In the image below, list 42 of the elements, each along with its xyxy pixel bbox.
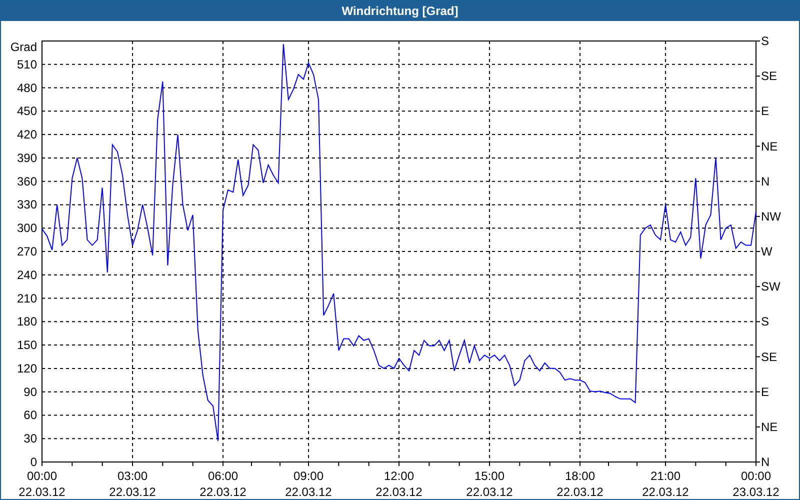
x-tick-label: 00:00 23.03.12 bbox=[732, 469, 780, 499]
y-tick-label: 450 bbox=[16, 104, 37, 118]
window-title: Windrichtung [Grad] bbox=[1, 1, 799, 21]
y-tick-label: 390 bbox=[16, 150, 37, 165]
compass-label: SE bbox=[761, 69, 778, 84]
x-tick-label: 09:00 22.03.12 bbox=[285, 469, 332, 499]
y-tick-label: 270 bbox=[16, 244, 37, 258]
compass-label: NW bbox=[761, 209, 781, 224]
compass-label: SE bbox=[761, 350, 778, 364]
compass-label: S bbox=[761, 34, 770, 48]
compass-label: N bbox=[761, 455, 770, 469]
x-tick-label: 00:00 22.03.12 bbox=[18, 469, 66, 499]
y-tick-label: 0 bbox=[30, 455, 37, 469]
compass-label: NE bbox=[761, 420, 778, 434]
compass-label: W bbox=[761, 244, 772, 258]
x-tick-label: 06:00 22.03.12 bbox=[200, 469, 246, 499]
y-tick-label: 510 bbox=[16, 57, 37, 72]
y-tick-label: 240 bbox=[16, 268, 37, 282]
x-tick-label: 15:00 22.03.12 bbox=[466, 469, 513, 499]
y-tick-label: 330 bbox=[16, 198, 37, 212]
compass-label: E bbox=[761, 104, 770, 118]
y-tick-label: 480 bbox=[16, 80, 37, 95]
y-axis-title: Grad bbox=[10, 40, 37, 54]
y-tick-label: 210 bbox=[16, 291, 37, 306]
compass-label: S bbox=[761, 314, 770, 329]
compass-label: SW bbox=[761, 280, 780, 294]
x-tick-label: 18:00 22.03.12 bbox=[556, 469, 604, 499]
x-tick-label: 03:00 22.03.12 bbox=[109, 469, 156, 499]
y-tick-label: 60 bbox=[24, 408, 37, 422]
x-tick-label: 21:00 22.03.12 bbox=[642, 469, 689, 499]
compass-label: E bbox=[761, 384, 770, 399]
y-tick-label: 90 bbox=[24, 384, 37, 399]
y-tick-label: 120 bbox=[16, 361, 37, 376]
compass-label: NE bbox=[761, 139, 778, 154]
y-tick-label: 180 bbox=[16, 314, 37, 329]
compass-label: N bbox=[761, 174, 770, 188]
y-tick-label: 300 bbox=[16, 221, 37, 236]
y-tick-label: 420 bbox=[16, 128, 37, 142]
y-tick-label: 150 bbox=[16, 338, 37, 352]
y-tick-label: 360 bbox=[16, 174, 37, 188]
x-tick-label: 12:00 22.03.12 bbox=[376, 469, 422, 499]
y-tick-label: 30 bbox=[24, 432, 37, 446]
